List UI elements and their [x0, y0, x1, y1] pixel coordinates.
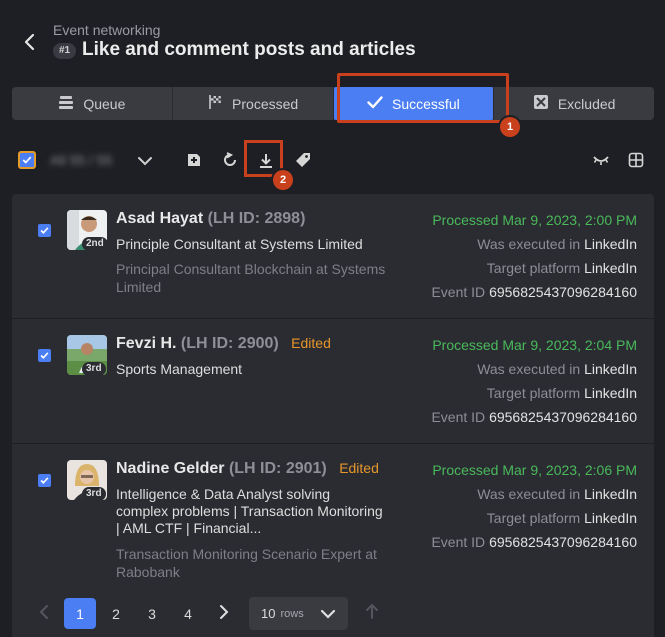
- executed-value: LinkedIn: [584, 361, 637, 377]
- page-2[interactable]: 2: [100, 598, 132, 629]
- executed-label: Was executed in: [477, 236, 581, 252]
- tab-queue[interactable]: Queue: [12, 87, 173, 120]
- status-tabs: Queue Processed Successful Excluded: [12, 87, 654, 120]
- contact-position: Principal Consultant Blockchain at Syste…: [116, 261, 386, 295]
- target-platform: Target platform LinkedIn: [487, 385, 637, 401]
- contact-position: Transaction Monitoring Scenario Expert a…: [116, 546, 377, 579]
- event-id: Event ID 6956825437096284160: [431, 284, 637, 300]
- event-value: 6956825437096284160: [489, 409, 637, 425]
- event-value: 6956825437096284160: [489, 284, 637, 300]
- connection-degree-badge: 2nd: [82, 237, 108, 251]
- executed-in: Was executed in LinkedIn: [477, 486, 637, 502]
- name-line: Asad Hayat (LH ID: 2898): [116, 210, 305, 228]
- step-marker-1: 1: [500, 117, 520, 137]
- lh-id: (LH ID: 2900): [180, 335, 279, 352]
- contact-headline: Sports Management: [116, 361, 243, 377]
- contact-headline: Principle Consultant at Systems Limited: [116, 236, 363, 252]
- platform-label: Target platform: [486, 385, 581, 401]
- status-text: Processed Mar 9, 2023, 2:06 PM: [432, 462, 637, 478]
- chevron-down-icon[interactable]: [137, 153, 153, 169]
- contact-name[interactable]: Fevzi H.: [116, 335, 176, 352]
- page-title: Like and comment posts and articles: [82, 39, 416, 60]
- hide-icon[interactable]: [593, 152, 609, 168]
- list-toolbar: All 55 / 55: [0, 140, 665, 180]
- status-text: Processed Mar 9, 2023, 2:04 PM: [432, 337, 637, 353]
- grid-icon[interactable]: [628, 152, 644, 168]
- name-line: Nadine Gelder (LH ID: 2901) Edited: [116, 460, 379, 478]
- contact-headline: Intelligence & Data Analyst solving comp…: [116, 486, 383, 536]
- target-platform: Target platform LinkedIn: [487, 510, 637, 526]
- row-checkbox[interactable]: [38, 224, 51, 237]
- tab-label: Successful: [392, 95, 460, 112]
- executed-label: Was executed in: [477, 361, 581, 377]
- lh-id: (LH ID: 2901): [228, 460, 327, 477]
- row-checkbox[interactable]: [38, 474, 51, 487]
- row-checkbox[interactable]: [38, 349, 51, 362]
- add-icon[interactable]: [186, 152, 202, 168]
- executed-value: LinkedIn: [584, 236, 637, 252]
- select-all-checkbox[interactable]: [18, 151, 36, 169]
- list-item[interactable]: 3rd Fevzi H. (LH ID: 2900) Edited Sports…: [12, 319, 654, 444]
- tab-excluded[interactable]: Excluded: [494, 87, 654, 120]
- target-platform: Target platform LinkedIn: [487, 260, 637, 276]
- back-icon[interactable]: [20, 32, 40, 52]
- edited-label: Edited: [339, 460, 379, 476]
- pagination-bar: 1 2 3 4 10 rows: [12, 579, 654, 637]
- page-header: Event networking #1 Like and comment pos…: [0, 0, 665, 80]
- step-marker-2: 2: [273, 170, 293, 190]
- flag-icon: [207, 94, 223, 113]
- refresh-icon[interactable]: [222, 152, 238, 168]
- event-label: Event ID: [431, 409, 486, 425]
- platform-label: Target platform: [486, 260, 581, 276]
- lh-id: (LH ID: 2898): [207, 210, 306, 227]
- breadcrumb[interactable]: Event networking: [53, 22, 160, 38]
- page-1[interactable]: 1: [64, 598, 96, 629]
- platform-value: LinkedIn: [584, 260, 637, 276]
- rows-count: 10: [261, 606, 276, 621]
- list-item[interactable]: 3rd Nadine Gelder (LH ID: 2901) Edited I…: [12, 444, 654, 579]
- rows-per-page-select[interactable]: 10 rows: [249, 597, 348, 630]
- download-icon[interactable]: [258, 153, 274, 169]
- event-id: Event ID 6956825437096284160: [431, 409, 637, 425]
- executed-in: Was executed in LinkedIn: [477, 236, 637, 252]
- executed-label: Was executed in: [477, 486, 581, 502]
- event-id: Event ID 6956825437096284160: [431, 534, 637, 550]
- tab-processed[interactable]: Processed: [173, 87, 334, 120]
- connection-degree-badge: 3rd: [82, 362, 106, 376]
- queue-icon: [58, 94, 74, 113]
- tab-label: Queue: [83, 95, 126, 112]
- platform-value: LinkedIn: [584, 385, 637, 401]
- tab-successful[interactable]: Successful: [333, 87, 495, 120]
- tab-label: Processed: [232, 95, 299, 112]
- rows-suffix: rows: [280, 607, 304, 620]
- name-line: Fevzi H. (LH ID: 2900) Edited: [116, 335, 331, 353]
- edited-label: Edited: [291, 335, 331, 351]
- chevron-down-icon: [320, 609, 336, 619]
- executed-in: Was executed in LinkedIn: [477, 361, 637, 377]
- page-3[interactable]: 3: [136, 598, 168, 629]
- excluded-icon: [533, 94, 549, 113]
- selected-count: All 55 / 55: [50, 152, 113, 168]
- executed-value: LinkedIn: [584, 486, 637, 502]
- platform-label: Target platform: [486, 510, 581, 526]
- list-item[interactable]: 2nd Asad Hayat (LH ID: 2898) Principle C…: [12, 194, 654, 319]
- event-label: Event ID: [431, 534, 486, 550]
- page-4[interactable]: 4: [172, 598, 204, 629]
- chevron-left-icon[interactable]: [36, 604, 52, 620]
- check-icon: [367, 94, 383, 113]
- status-text: Processed Mar 9, 2023, 2:00 PM: [432, 212, 637, 228]
- contact-name[interactable]: Asad Hayat: [116, 210, 203, 227]
- chevron-right-icon[interactable]: [216, 604, 232, 620]
- tag-icon[interactable]: [295, 152, 311, 168]
- contact-name[interactable]: Nadine Gelder: [116, 460, 224, 477]
- platform-value: LinkedIn: [584, 510, 637, 526]
- scroll-top-icon[interactable]: [364, 603, 380, 619]
- results-list: 2nd Asad Hayat (LH ID: 2898) Principle C…: [12, 194, 654, 579]
- connection-degree-badge: 3rd: [82, 487, 106, 501]
- tab-label: Excluded: [557, 95, 616, 112]
- event-value: 6956825437096284160: [489, 534, 637, 550]
- event-label: Event ID: [431, 284, 486, 300]
- campaign-number-badge: #1: [53, 43, 77, 59]
